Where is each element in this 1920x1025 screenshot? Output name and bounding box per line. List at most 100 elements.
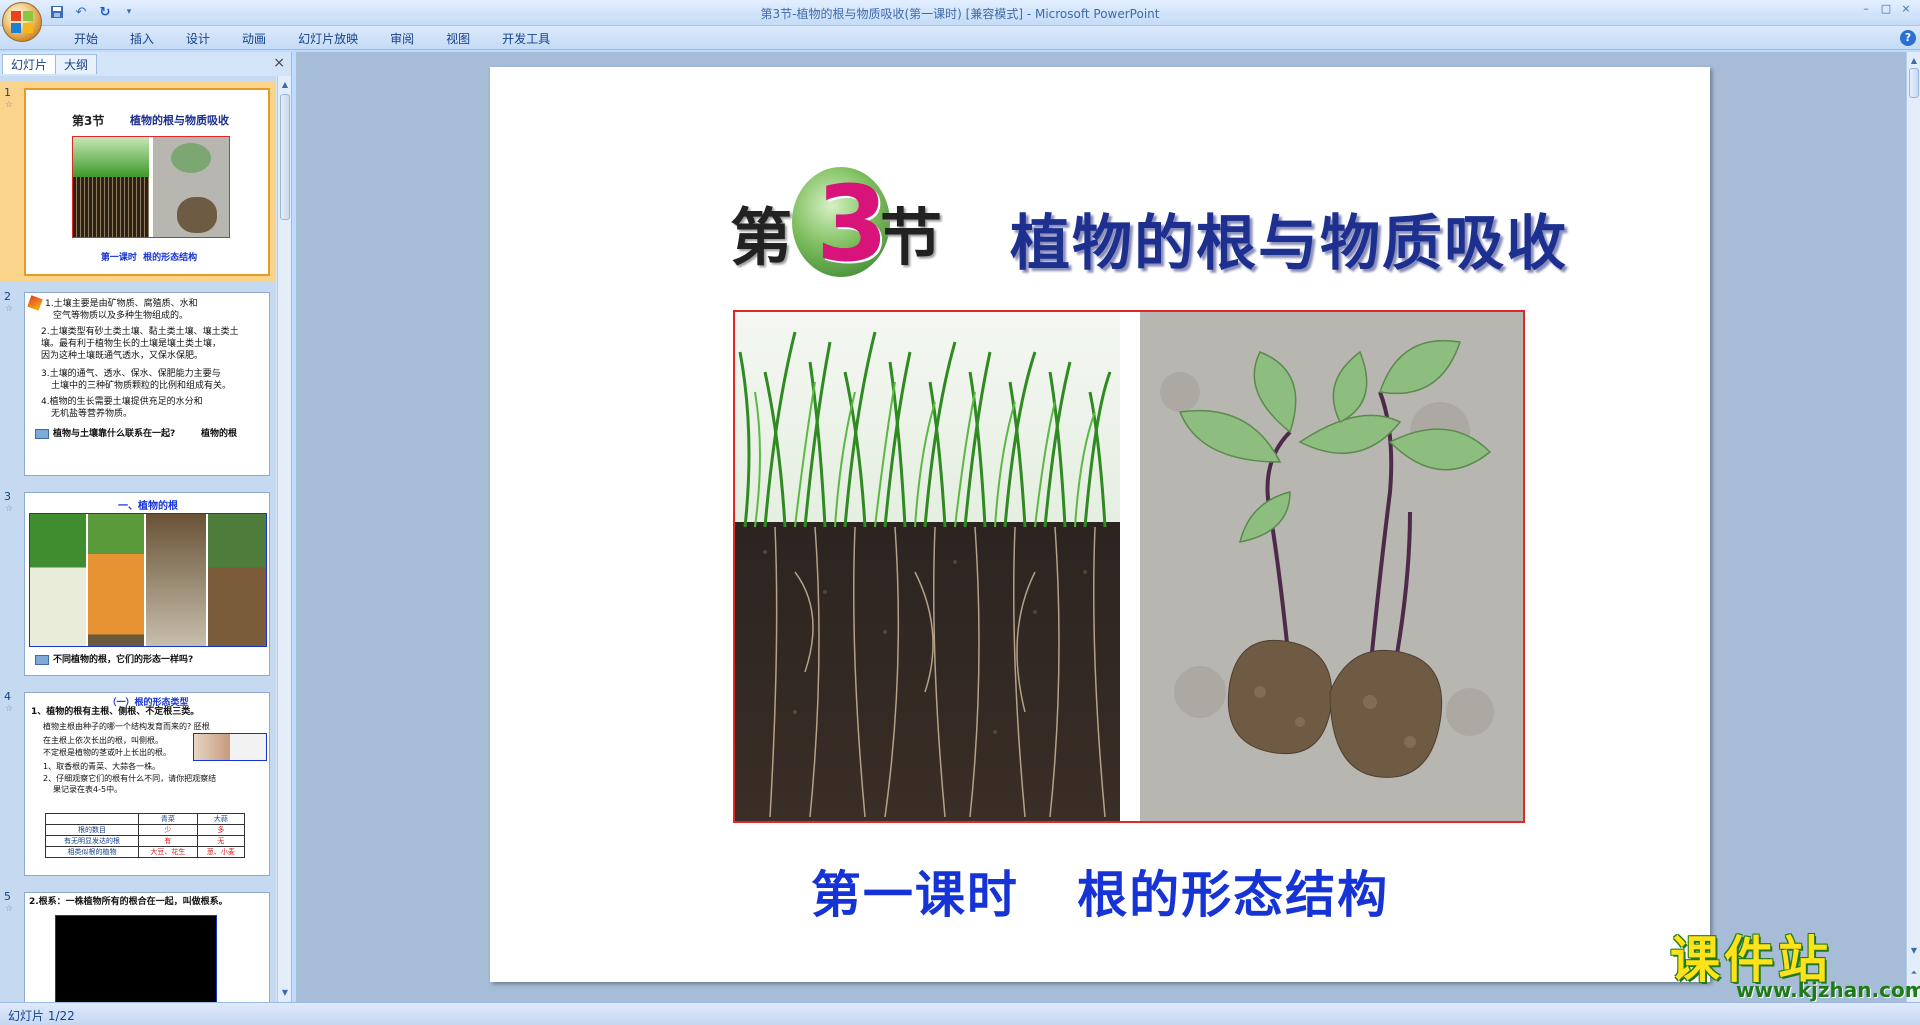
section-badge: 第 3 节 [730, 163, 950, 287]
minimize-button[interactable]: – [1858, 2, 1874, 16]
thumb-line: 土壤中的三种矿物质颗粒的比例和组成有关。 [51, 381, 232, 391]
title-bar: ↶ ↻ ▾ 第3节-植物的根与物质吸收(第一课时) [兼容模式] - Micro… [0, 0, 1920, 42]
table-cell: 少 [137, 824, 198, 836]
thumb-heading: 一、植物的根 [118, 501, 178, 512]
thumb-line: 因为这种土壤既通气透水，又保水保肥。 [41, 351, 204, 361]
tab-outline[interactable]: 大纲 [55, 54, 98, 74]
thumb-line: 2、仔细观察它们的根有什么不同，请你把观察结 [43, 774, 217, 783]
thumb-line: 1.土壤主要是由矿物质、腐殖质、水和 [45, 299, 198, 309]
slide-thumbnail-1[interactable]: 1 ☆ 第3节 植物的根与物质吸收 第一课时 根的形态结构 [0, 82, 276, 282]
tab-animation[interactable]: 动画 [226, 30, 282, 48]
thumb-line: 在主根上依次长出的根，叫侧根。 [43, 736, 163, 745]
thumb-line: 1、植物的根有主根、侧根、不定根三类。 [31, 707, 200, 717]
thumb-line: 2.根系：一株植物所有的根合在一起，叫做根系。 [29, 897, 228, 907]
thumb-video [55, 915, 217, 1002]
badge-prefix: 第 [730, 201, 793, 274]
tab-home[interactable]: 开始 [58, 30, 114, 48]
table-cell: 大蒜 [196, 813, 246, 825]
thumb-diagram [193, 733, 267, 761]
slides-pane-scrollbar[interactable]: ▲ ▼ [277, 76, 291, 1002]
thumb-question: 植物与土壤靠什么联系在一起? [53, 429, 176, 439]
thumb-table: 青菜 大蒜 根的数目 少 多 有无明显发达的根 有 无 相类似根的植物 大豆、花… [45, 813, 246, 858]
slide-number: 4 [4, 690, 11, 703]
status-bar: 幻灯片 1/22 [0, 1002, 1920, 1025]
slide-thumbnail-5[interactable]: 5 ☆ 2.根系：一株植物所有的根合在一起，叫做根系。 [0, 886, 276, 1002]
scroll-down-icon[interactable]: ▼ [1907, 944, 1920, 958]
tab-slideshow[interactable]: 幻灯片放映 [282, 30, 374, 48]
slide-thumbnail-list: 1 ☆ 第3节 植物的根与物质吸收 第一课时 根的形态结构 2 ☆ 1.土壤主要… [0, 76, 276, 1002]
table-cell: 大豆、花生 [137, 846, 198, 858]
thumb-line: 1、取香根的青菜、大蒜各一株。 [43, 762, 161, 771]
transition-star-icon: ☆ [5, 504, 14, 514]
thumb-line: 4.植物的生长需要土壤提供充足的水分和 [41, 397, 203, 407]
transition-star-icon: ☆ [5, 704, 14, 714]
scroll-thumb[interactable] [1909, 68, 1919, 98]
thumb-line: 植物主根由种子的哪一个结构发育而来的? 胚根 [43, 722, 210, 731]
close-button[interactable]: × [1898, 2, 1914, 16]
notebook-icon [35, 429, 49, 439]
slides-pane: 幻灯片 大纲 × 1 ☆ 第3节 植物的根与物质吸收 第一课时 根的形态结构 2… [0, 52, 292, 1002]
thumb-answer: 植物的根 [201, 429, 238, 439]
table-cell: 有 [137, 835, 198, 847]
slide-number: 1 [4, 86, 11, 99]
grass-roots-photo [735, 312, 1120, 821]
thumb-photo [72, 136, 230, 238]
thumb-line: 空气等物质以及多种生物组成的。 [53, 311, 189, 321]
notebook-icon [35, 655, 49, 665]
thumb-badge: 第3节 [72, 114, 105, 128]
table-cell: 青菜 [137, 813, 198, 825]
badge-number: 3 [816, 163, 889, 285]
slide-counter: 幻灯片 1/22 [8, 1009, 75, 1023]
slide-thumbnail-4[interactable]: 4 ☆ （一）根的形态类型 1、植物的根有主根、侧根、不定根三类。 植物主根由种… [0, 686, 276, 882]
scroll-up-icon[interactable]: ▲ [278, 78, 292, 92]
tab-design[interactable]: 设计 [170, 30, 226, 48]
transition-star-icon: ☆ [5, 304, 14, 314]
thumb-question: 不同植物的根，它们的形态一样吗? [53, 655, 194, 665]
slide-subtitle[interactable]: 第一课时 根的形态结构 [490, 855, 1710, 927]
table-cell: 葱、小麦 [196, 846, 246, 858]
slide-thumbnail-2[interactable]: 2 ☆ 1.土壤主要是由矿物质、腐殖质、水和 空气等物质以及多种生物组成的。 2… [0, 286, 276, 482]
slide-thumbnail-3[interactable]: 3 ☆ 一、植物的根 不同植物的根，它们的形态一样吗? [0, 486, 276, 682]
tab-developer[interactable]: 开发工具 [486, 30, 566, 48]
scroll-up-icon[interactable]: ▲ [1907, 54, 1920, 68]
window-title: 第3节-植物的根与物质吸收(第一课时) [兼容模式] - Microsoft P… [760, 7, 1160, 21]
plant-photo[interactable] [733, 310, 1525, 823]
table-cell: 多 [196, 824, 246, 836]
thumb-line: 壤。最有利于植物生长的土壤是壤土类土壤， [41, 339, 222, 349]
maximize-button[interactable]: □ [1878, 2, 1894, 16]
editor-scrollbar[interactable]: ▲ ▼ ⏶ ⏷ [1906, 52, 1920, 1002]
thumb-line: 果记录在表4-5中。 [53, 785, 123, 794]
tab-slides[interactable]: 幻灯片 [2, 54, 57, 74]
site-watermark: 课件站 www.kjzhan.com [1666, 920, 1920, 1002]
ribbon-tab-bar: 开始 插入 设计 动画 幻灯片放映 审阅 视图 开发工具 ? [0, 26, 1920, 50]
table-cell: 相类似根的植物 [45, 846, 139, 858]
scroll-thumb[interactable] [280, 94, 290, 220]
office-button[interactable] [2, 2, 42, 42]
thumb-title: 植物的根与物质吸收 [130, 114, 229, 127]
pane-close-icon[interactable]: × [273, 55, 285, 71]
tab-view[interactable]: 视图 [430, 30, 486, 48]
current-slide[interactable]: 第 3 节 植物的根与物质吸收 第一课时 根的形态结构 [490, 67, 1710, 982]
badge-suffix: 节 [880, 201, 943, 274]
tab-review[interactable]: 审阅 [374, 30, 430, 48]
table-cell: 无 [196, 835, 246, 847]
pencil-icon [27, 295, 43, 311]
tab-insert[interactable]: 插入 [114, 30, 170, 48]
slide-number: 5 [4, 890, 11, 903]
thumb-line: 3.土壤的通气、透水、保水、保肥能力主要与 [41, 369, 221, 379]
table-cell [45, 813, 139, 825]
scroll-down-icon[interactable]: ▼ [278, 986, 292, 1000]
seedling-roots-photo [1140, 312, 1523, 821]
thumb-photo-strip [29, 513, 267, 647]
slide-number: 2 [4, 290, 11, 303]
watermark-url: www.kjzhan.com [1736, 978, 1920, 1002]
thumb-line: 2.土壤类型有砂土类土壤、黏土类土壤、壤土类土 [41, 327, 239, 337]
help-icon[interactable]: ? [1900, 30, 1916, 46]
thumb-line: 无机盐等营养物质。 [51, 409, 133, 419]
transition-star-icon: ☆ [5, 100, 14, 110]
slide-title[interactable]: 植物的根与物质吸收 [1010, 195, 1568, 282]
table-cell: 有无明显发达的根 [45, 835, 139, 847]
table-cell: 根的数目 [45, 824, 139, 836]
office-logo-icon [11, 11, 33, 33]
transition-star-icon: ☆ [5, 904, 14, 914]
